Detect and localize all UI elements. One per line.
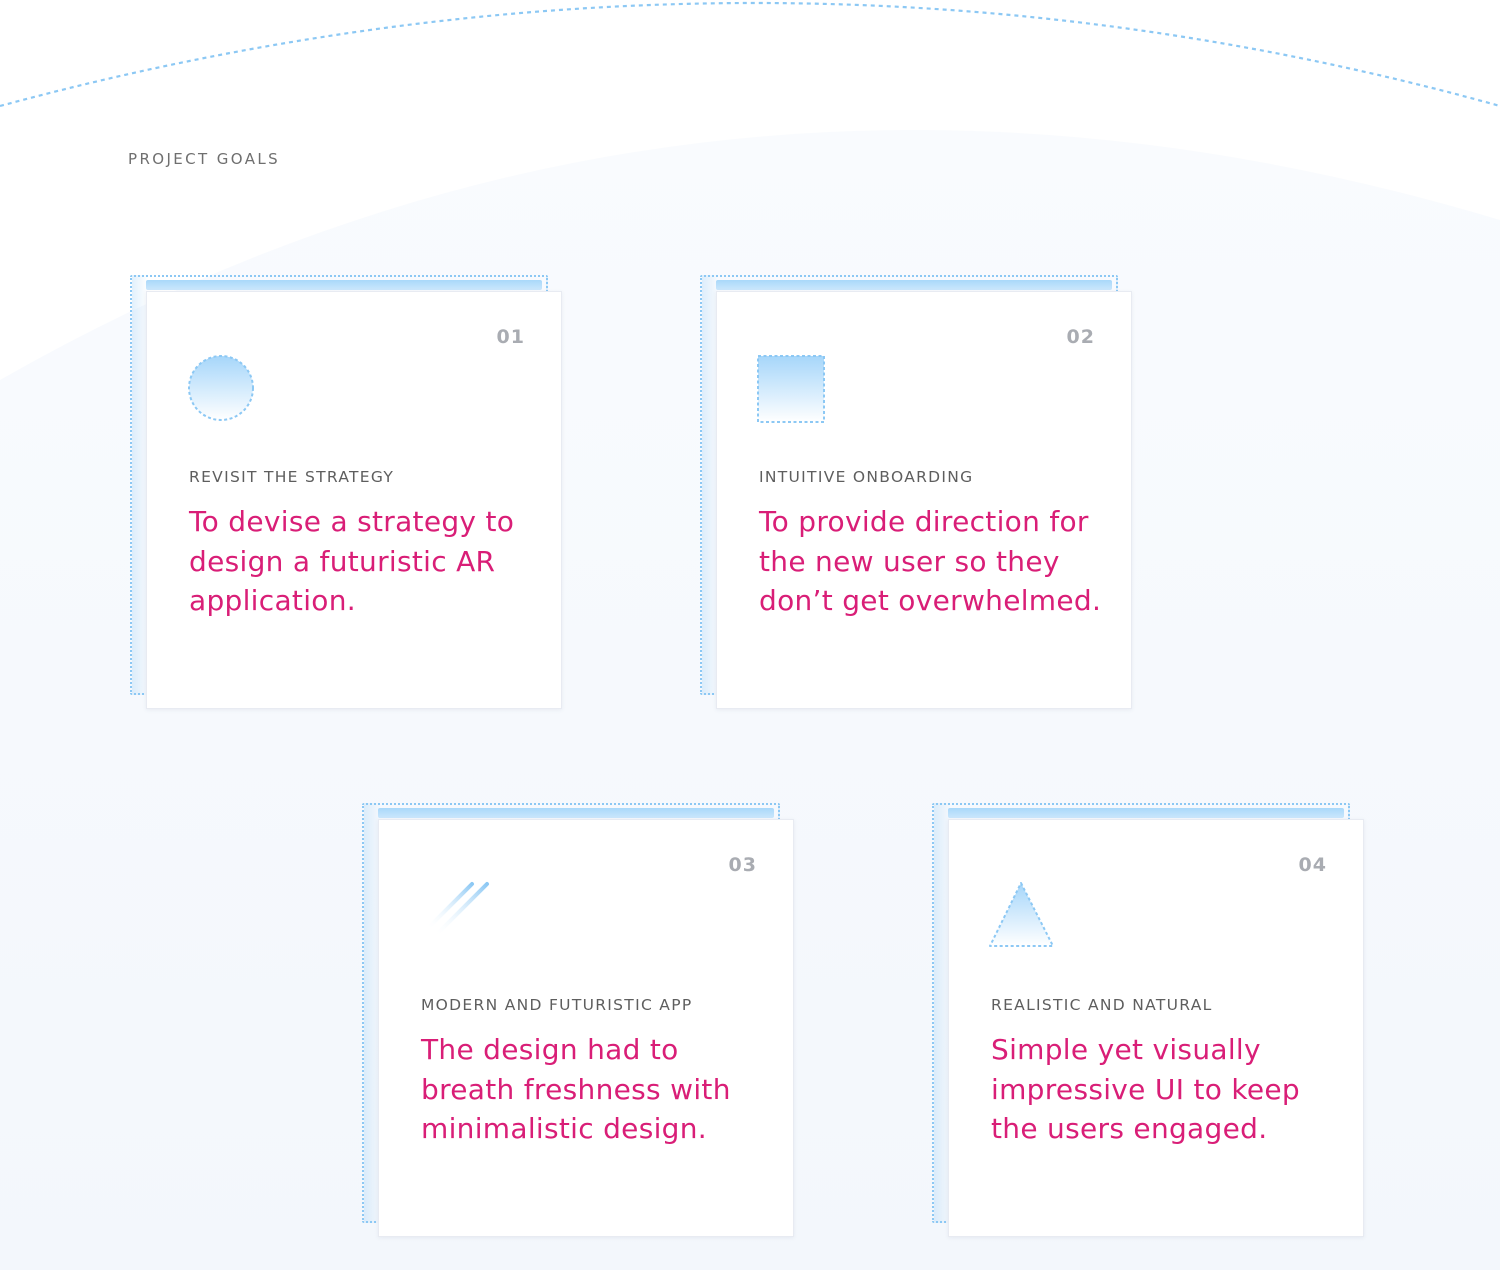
diagonal-lines-icon: [425, 882, 489, 938]
goal-card-4: 04 REALISTIC AND NATURAL Simple yet visu…: [932, 803, 1364, 1237]
goal-card-2: 02 INTUITIVE ONBOARDING To provide direc…: [700, 275, 1132, 709]
goal-label: MODERN AND FUTURISTIC APP: [421, 996, 693, 1014]
goal-description: Simple yet visually impressive UI to kee…: [991, 1033, 1301, 1145]
goal-card-1: 01 REVISIT THE STRATEGY To devise a stra…: [130, 275, 562, 709]
goal-label: REVISIT THE STRATEGY: [189, 468, 395, 486]
card-number: 04: [1298, 854, 1327, 876]
triangle-icon: [989, 882, 1054, 947]
card-number: 03: [728, 854, 757, 876]
goal-description: To devise a strategy to design a futuris…: [189, 505, 515, 617]
section-title: PROJECT GOALS: [128, 150, 281, 168]
goal-description: The design had to breath freshness with …: [421, 1033, 731, 1145]
goal-card-3: 03 MODERN AND FUTURISTIC APP The design …: [362, 803, 794, 1237]
card-front: 04 REALISTIC AND NATURAL Simple yet visu…: [948, 819, 1364, 1237]
goal-description: To provide direction for the new user so…: [759, 505, 1102, 617]
circle-icon: [188, 355, 254, 421]
square-icon: [757, 355, 825, 423]
card-front: 02 INTUITIVE ONBOARDING To provide direc…: [716, 291, 1132, 709]
card-number: 02: [1066, 326, 1095, 348]
dotted-arc-line: [0, 1, 1500, 108]
card-front: 03 MODERN AND FUTURISTIC APP The design …: [378, 819, 794, 1237]
goal-label: INTUITIVE ONBOARDING: [759, 468, 974, 486]
goal-label: REALISTIC AND NATURAL: [991, 996, 1213, 1014]
card-front: 01 REVISIT THE STRATEGY To devise a stra…: [146, 291, 562, 709]
card-number: 01: [496, 326, 525, 348]
